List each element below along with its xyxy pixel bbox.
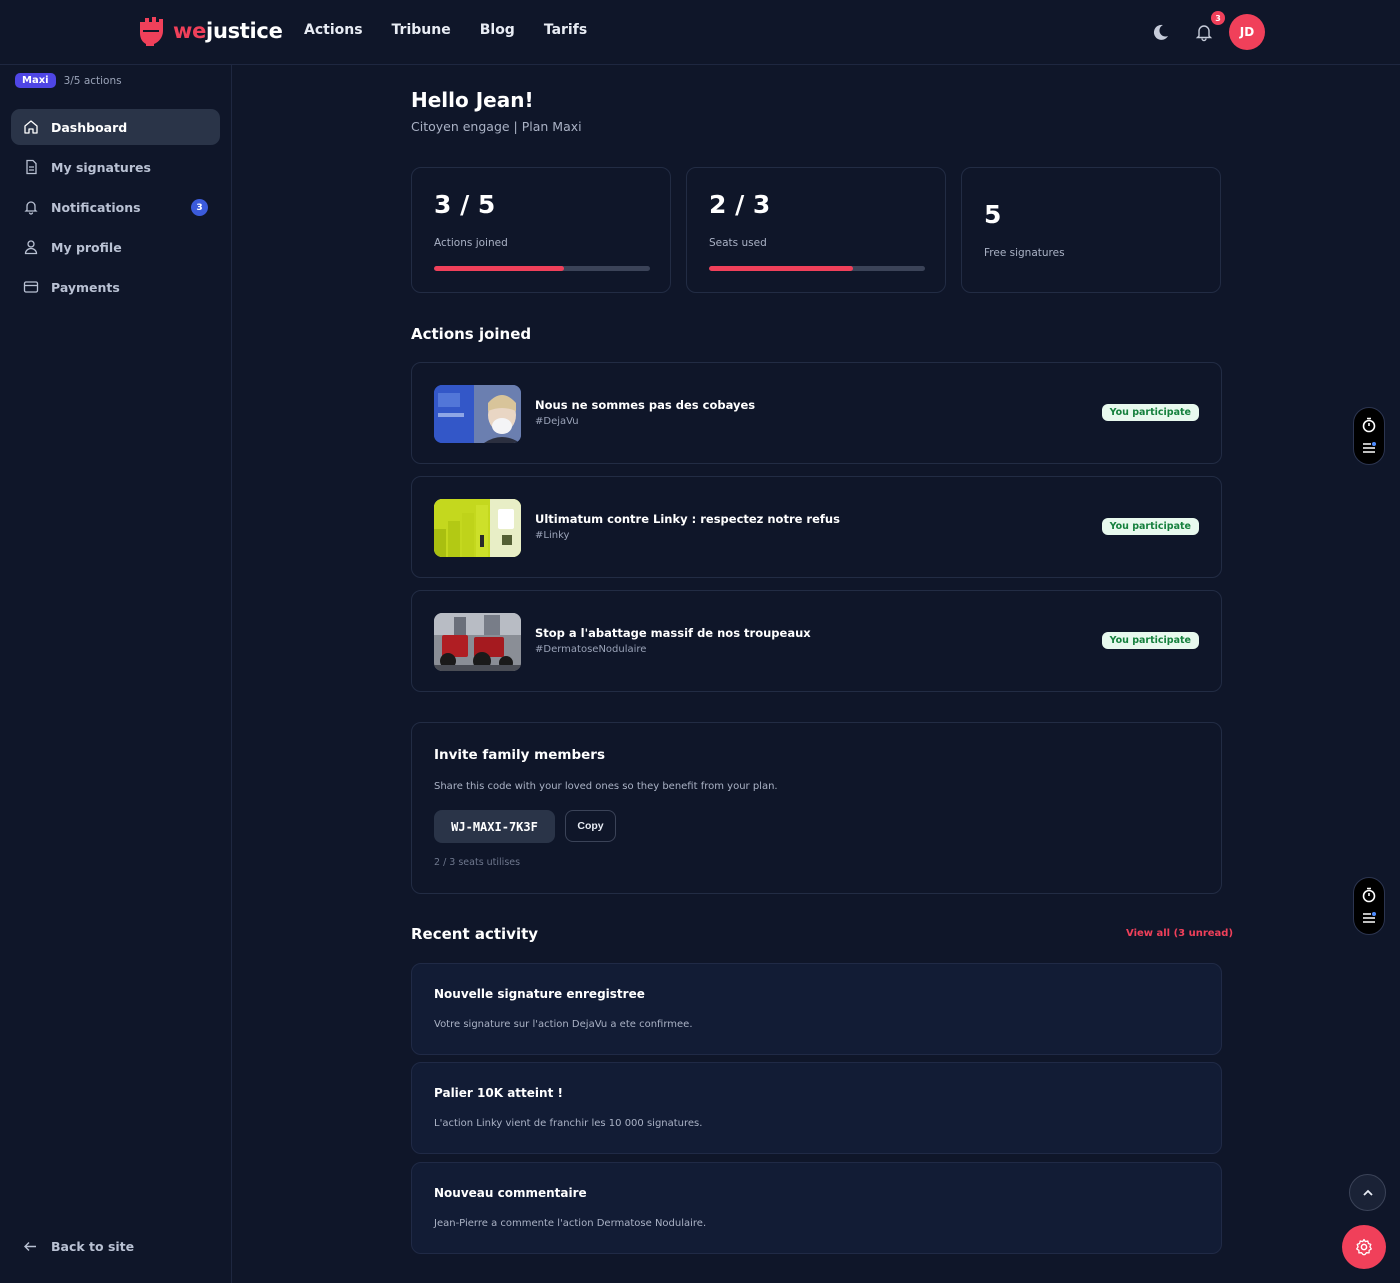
sidebar: Maxi 3/5 actions Dashboard My signatures…: [0, 65, 232, 1283]
settings-button[interactable]: [1342, 1225, 1386, 1269]
scroll-to-top-button[interactable]: [1349, 1174, 1386, 1211]
activity-description: Jean-Pierre a commente l'action Dermatos…: [434, 1218, 707, 1229]
progress-bar: [709, 266, 925, 271]
gear-icon: [1356, 1238, 1372, 1256]
plan-indicator: Maxi 3/5 actions: [15, 73, 122, 88]
bell-icon[interactable]: [1194, 22, 1214, 42]
plan-count: 3/5 actions: [63, 74, 122, 87]
card-icon: [23, 281, 39, 293]
brand-logo[interactable]: wejustice: [137, 16, 283, 46]
copy-button[interactable]: Copy: [565, 810, 616, 842]
page-title: Hello Jean!: [411, 88, 534, 112]
sidebar-item-label: Payments: [51, 279, 120, 295]
action-tag: #DejaVu: [535, 416, 579, 427]
sidebar-item-dashboard[interactable]: Dashboard: [11, 109, 220, 145]
timer-icon[interactable]: [1361, 887, 1377, 903]
stat-value: 3 / 5: [434, 190, 496, 219]
brand-name: wejustice: [173, 19, 283, 43]
chevron-up-icon: [1362, 1189, 1373, 1196]
user-icon: [24, 240, 38, 255]
bell-icon: [24, 201, 38, 215]
action-card[interactable]: Stop a l'abattage massif de nos troupeau…: [411, 590, 1222, 692]
progress-fill: [709, 266, 854, 271]
sidebar-item-profile[interactable]: My profile: [11, 229, 220, 265]
stat-value: 2 / 3: [709, 190, 771, 219]
activity-description: L'action Linky vient de franchir les 10 …: [434, 1118, 703, 1129]
back-to-site-link[interactable]: Back to site: [23, 1239, 134, 1254]
notification-count-badge: 3: [1211, 11, 1225, 25]
progress-bar: [434, 266, 650, 271]
sidebar-item-signatures[interactable]: My signatures: [11, 149, 220, 185]
stat-label: Actions joined: [434, 237, 508, 249]
stat-card-seats: 2 / 3 Seats used: [686, 167, 946, 293]
action-title: Ultimatum contre Linky : respectez notre…: [535, 512, 840, 526]
nav-actions[interactable]: Actions: [304, 22, 363, 38]
invite-description: Share this code with your loved ones so …: [434, 781, 778, 792]
home-icon: [24, 120, 38, 134]
sidebar-item-label: Dashboard: [51, 119, 128, 135]
progress-fill: [434, 266, 564, 271]
activity-item[interactable]: Nouvelle signature enregistree Votre sig…: [411, 963, 1222, 1055]
activity-description: Votre signature sur l'action DejaVu a et…: [434, 1019, 693, 1030]
sidebar-item-payments[interactable]: Payments: [11, 269, 220, 305]
action-tag: #DermatoseNodulaire: [535, 644, 647, 655]
fist-logo-icon: [140, 17, 163, 46]
stat-value: 5: [984, 200, 1002, 229]
activity-title: Nouvelle signature enregistree: [434, 987, 645, 1001]
stat-label: Seats used: [709, 237, 767, 249]
invite-code: WJ-MAXI-7K3F: [434, 810, 555, 843]
stat-label: Free signatures: [984, 247, 1065, 259]
main-nav: Actions Tribune Blog Tarifs: [304, 22, 587, 38]
activity-title: Palier 10K atteint !: [434, 1086, 563, 1100]
stat-card-actions: 3 / 5 Actions joined: [411, 167, 671, 293]
invite-title: Invite family members: [434, 747, 605, 763]
actions-joined-title: Actions joined: [411, 325, 532, 343]
view-all-link[interactable]: View all (3 unread): [1126, 928, 1233, 939]
plan-badge: Maxi: [15, 73, 56, 88]
action-tag: #Linky: [535, 530, 570, 541]
participation-badge: You participate: [1101, 518, 1199, 535]
sidebar-item-label: Notifications: [51, 199, 141, 215]
action-card[interactable]: Nous ne sommes pas des cobayes #DejaVu Y…: [411, 362, 1222, 464]
timer-icon[interactable]: [1361, 417, 1377, 433]
document-icon: [26, 159, 37, 175]
action-thumbnail: [434, 499, 521, 557]
list-icon[interactable]: [1361, 440, 1377, 456]
participation-badge: You participate: [1101, 632, 1199, 649]
invite-family-card: Invite family members Share this code wi…: [411, 722, 1222, 894]
nav-tarifs[interactable]: Tarifs: [544, 22, 587, 38]
arrow-left-icon: [24, 1242, 36, 1251]
nav-blog[interactable]: Blog: [480, 22, 515, 38]
participation-badge: You participate: [1101, 404, 1199, 421]
floating-toolbar[interactable]: [1353, 407, 1385, 465]
sidebar-item-label: My profile: [51, 239, 122, 255]
seats-note: 2 / 3 seats utilises: [434, 857, 521, 868]
floating-toolbar[interactable]: [1353, 877, 1385, 935]
moon-icon[interactable]: [1150, 22, 1170, 42]
activity-item[interactable]: Palier 10K atteint ! L'action Linky vien…: [411, 1062, 1222, 1154]
page-subtitle: Citoyen engage | Plan Maxi: [411, 119, 582, 134]
action-title: Stop a l'abattage massif de nos troupeau…: [535, 626, 811, 640]
activity-title: Nouveau commentaire: [434, 1186, 587, 1200]
action-card[interactable]: Ultimatum contre Linky : respectez notre…: [411, 476, 1222, 578]
sidebar-item-label: My signatures: [51, 159, 151, 175]
action-thumbnail: [434, 613, 521, 671]
recent-activity-title: Recent activity: [411, 925, 539, 943]
stat-card-free-signatures: 5 Free signatures: [961, 167, 1221, 293]
avatar[interactable]: JD: [1229, 14, 1265, 50]
top-header: wejustice Actions Tribune Blog Tarifs 3 …: [0, 0, 1400, 65]
sidebar-item-notifications[interactable]: Notifications 3: [11, 189, 220, 225]
action-thumbnail: [434, 385, 521, 443]
nav-tribune[interactable]: Tribune: [392, 22, 451, 38]
back-to-site-label: Back to site: [51, 1239, 135, 1254]
notifications-count-badge: 3: [191, 199, 208, 216]
activity-item[interactable]: Nouveau commentaire Jean-Pierre a commen…: [411, 1162, 1222, 1254]
action-title: Nous ne sommes pas des cobayes: [535, 398, 756, 412]
list-icon[interactable]: [1361, 910, 1377, 926]
